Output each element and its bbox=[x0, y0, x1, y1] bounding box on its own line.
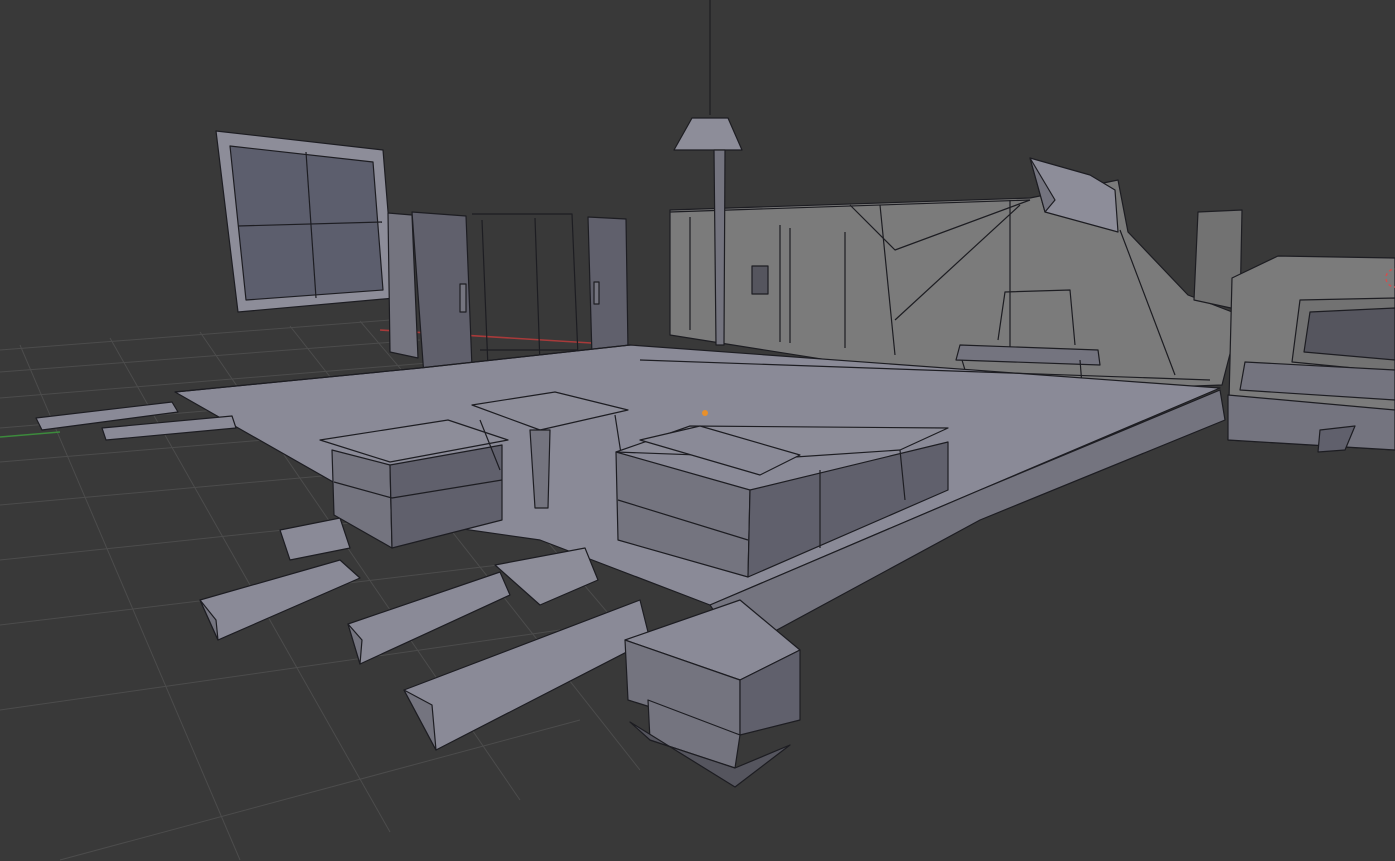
wall-switch bbox=[751, 265, 769, 295]
front-pillar bbox=[624, 599, 801, 788]
3d-viewport[interactable] bbox=[0, 0, 1395, 861]
window-frame bbox=[215, 130, 396, 313]
y-axis-line bbox=[0, 431, 61, 438]
object-origin[interactable] bbox=[702, 410, 708, 416]
viewport-canvas[interactable] bbox=[0, 0, 1395, 861]
